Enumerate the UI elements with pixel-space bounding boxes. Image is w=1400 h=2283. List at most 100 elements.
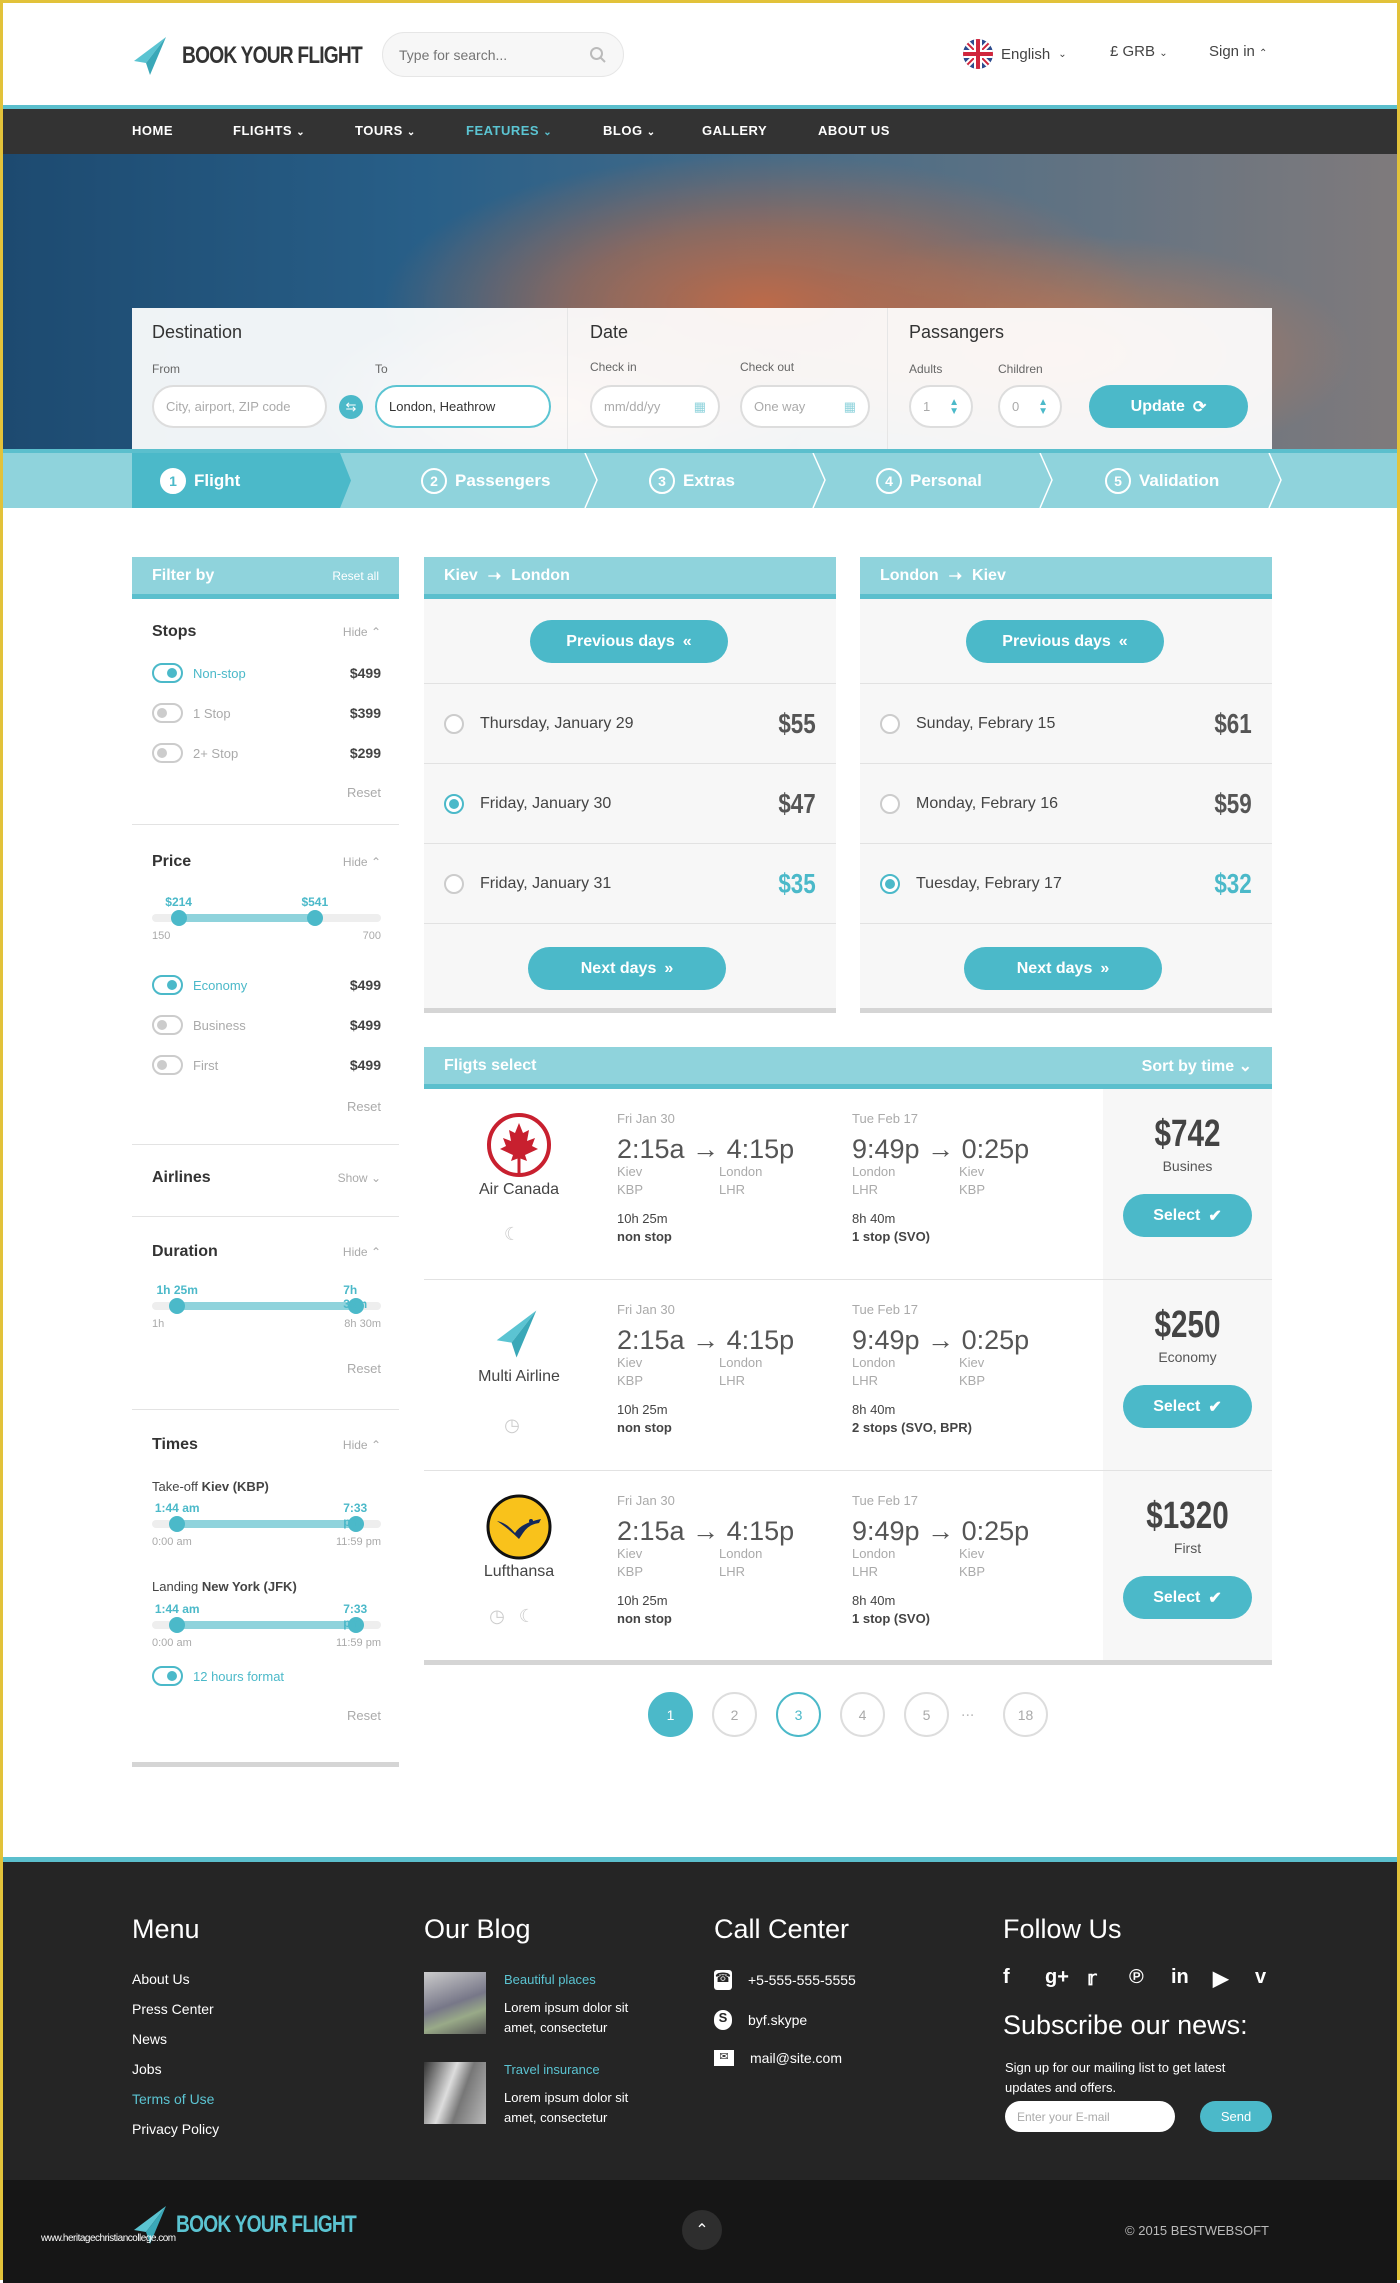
facebook-icon[interactable]: f — [1003, 1966, 1010, 1989]
times-reset-link[interactable]: Reset — [347, 1708, 381, 1723]
signin-link[interactable]: Sign in ⌃ — [1209, 43, 1267, 60]
nav-item-blog[interactable]: BLOG ⌄ — [603, 123, 656, 138]
duration-reset-link[interactable]: Reset — [347, 1361, 381, 1376]
day-radio[interactable] — [880, 713, 900, 734]
price-slider[interactable]: $214 $541 150 700 — [152, 895, 381, 945]
children-stepper[interactable]: 0 ▲ ▼ — [998, 385, 1062, 428]
day-option[interactable]: Friday, January 31 $35 — [424, 843, 836, 923]
select-flight-button[interactable]: Select ✔ — [1123, 1576, 1252, 1619]
footer-menu-link[interactable]: Privacy Policy — [132, 2121, 219, 2137]
twitter-icon[interactable]: 𝕣 — [1087, 1966, 1097, 1991]
slider-handle-max[interactable] — [306, 910, 323, 926]
slider-handle-min[interactable] — [169, 1617, 186, 1633]
slider-handle-min[interactable] — [169, 1516, 186, 1532]
day-option[interactable]: Monday, Febrary 16 $59 — [860, 763, 1272, 843]
checkout-input[interactable]: One way ▦ — [740, 385, 870, 428]
select-flight-button[interactable]: Select ✔ — [1123, 1385, 1252, 1428]
filter-option[interactable]: 1 Stop $399 — [152, 703, 381, 723]
footer-menu-link[interactable]: About Us — [132, 1971, 190, 1987]
page-5-button[interactable]: 5 — [904, 1692, 949, 1737]
email-address[interactable]: mail@site.com — [750, 2050, 842, 2066]
send-button[interactable]: Send — [1200, 2101, 1272, 2132]
swap-icon[interactable]: ⇆ — [339, 395, 363, 419]
filter-option[interactable]: Non-stop $499 — [152, 663, 381, 683]
blog-post-title[interactable]: Travel insurance — [504, 2062, 600, 2077]
toggle-switch[interactable] — [152, 703, 183, 723]
takeoff-slider[interactable]: 1:44 am 7:33 pm 0:00 am 11:59 pm — [152, 1501, 381, 1551]
toggle-switch[interactable] — [152, 1055, 183, 1075]
duration-hide-toggle[interactable]: Hide ⌃ — [343, 1245, 381, 1259]
day-radio[interactable] — [444, 713, 464, 734]
stops-reset-link[interactable]: Reset — [347, 785, 381, 800]
day-radio[interactable] — [444, 793, 464, 814]
pinterest-icon[interactable]: ℗ — [1129, 1966, 1144, 1989]
nav-item-flights[interactable]: FLIGHTS ⌄ — [233, 123, 305, 138]
logo[interactable]: BOOK YOUR FLIGHT — [132, 35, 407, 77]
page-4-button[interactable]: 4 — [840, 1692, 885, 1737]
step-extras[interactable]: 3 Extras — [649, 453, 735, 508]
times-hide-toggle[interactable]: Hide ⌃ — [343, 1438, 381, 1452]
footer-menu-link[interactable]: News — [132, 2031, 167, 2047]
stops-hide-toggle[interactable]: Hide ⌃ — [343, 625, 381, 639]
calendar-icon[interactable]: ▦ — [844, 399, 856, 415]
youtube-icon[interactable]: ▶ — [1213, 1966, 1228, 1991]
calendar-icon[interactable]: ▦ — [694, 399, 706, 415]
duration-slider[interactable]: 1h 25m 7h 33m 1h 8h 30m — [152, 1283, 381, 1333]
linkedin-icon[interactable]: in — [1171, 1966, 1189, 1989]
adults-stepper[interactable]: 1 ▲ ▼ — [909, 385, 973, 428]
day-radio[interactable] — [880, 793, 900, 814]
next-days-button[interactable]: Next days » — [528, 947, 726, 990]
nav-item-tours[interactable]: TOURS ⌄ — [355, 123, 416, 138]
stepper-arrows-icon[interactable]: ▲ ▼ — [949, 397, 959, 416]
day-option[interactable]: Thursday, January 29 $55 — [424, 683, 836, 763]
filter-option[interactable]: Business $499 — [152, 1015, 381, 1035]
back-to-top-button[interactable]: ⌃ — [682, 2210, 722, 2250]
nav-item-features[interactable]: FEATURES ⌄ — [466, 123, 552, 138]
page-1-button[interactable]: 1 — [648, 1692, 693, 1737]
12-hour-format-toggle[interactable]: 12 hours format — [152, 1666, 381, 1686]
google-plus-icon[interactable]: g+ — [1045, 1966, 1069, 1989]
footer-menu-link[interactable]: Jobs — [132, 2061, 162, 2077]
page-18-button[interactable]: 18 — [1003, 1692, 1048, 1737]
next-days-button[interactable]: Next days » — [964, 947, 1162, 990]
footer-menu-link[interactable]: Press Center — [132, 2001, 214, 2017]
previous-days-button[interactable]: Previous days « — [530, 620, 728, 663]
search-icon[interactable] — [589, 46, 607, 64]
step-passengers[interactable]: 2 Passengers — [421, 453, 550, 508]
blog-thumbnail[interactable] — [424, 2062, 486, 2124]
vimeo-icon[interactable]: v — [1255, 1966, 1266, 1989]
price-hide-toggle[interactable]: Hide ⌃ — [343, 855, 381, 869]
step-flight[interactable]: 1 Flight — [160, 453, 240, 508]
select-flight-button[interactable]: Select ✔ — [1123, 1194, 1252, 1237]
slider-handle-min[interactable] — [170, 910, 187, 926]
to-input[interactable]: London, Heathrow — [375, 385, 551, 428]
toggle-switch[interactable] — [152, 743, 183, 763]
nav-item-home[interactable]: HOME — [132, 123, 173, 138]
search-box[interactable] — [382, 32, 624, 77]
toggle-switch[interactable] — [152, 1666, 183, 1686]
toggle-switch[interactable] — [152, 975, 183, 995]
language-select[interactable]: English ⌄ — [963, 39, 1067, 69]
search-input[interactable] — [399, 46, 589, 63]
page-2-button[interactable]: 2 — [712, 1692, 757, 1737]
footer-menu-link[interactable]: Terms of Use — [132, 2091, 214, 2107]
reset-all-link[interactable]: Reset all — [332, 569, 379, 583]
subscribe-email-input[interactable]: Enter your E-mail — [1005, 2101, 1175, 2132]
day-option[interactable]: Friday, January 30 $47 — [424, 763, 836, 843]
price-reset-link[interactable]: Reset — [347, 1099, 381, 1114]
day-option[interactable]: Sunday, Febrary 15 $61 — [860, 683, 1272, 763]
filter-option[interactable]: Economy $499 — [152, 975, 381, 995]
page-3-button[interactable]: 3 — [776, 1692, 821, 1737]
toggle-switch[interactable] — [152, 663, 183, 683]
from-input[interactable]: City, airport, ZIP code — [152, 385, 327, 428]
airlines-show-toggle[interactable]: Show ⌄ — [338, 1171, 381, 1185]
checkin-input[interactable]: mm/dd/yy ▦ — [590, 385, 720, 428]
sort-dropdown[interactable]: Sort by time ⌄ — [1142, 1056, 1252, 1076]
stepper-arrows-icon[interactable]: ▲ ▼ — [1038, 397, 1048, 416]
nav-item-about-us[interactable]: ABOUT US — [818, 123, 890, 138]
currency-select[interactable]: £ GRB ⌄ — [1110, 43, 1168, 60]
toggle-switch[interactable] — [152, 1015, 183, 1035]
slider-handle-min[interactable] — [169, 1298, 186, 1314]
previous-days-button[interactable]: Previous days « — [966, 620, 1164, 663]
blog-post-title[interactable]: Beautiful places — [504, 1972, 596, 1987]
